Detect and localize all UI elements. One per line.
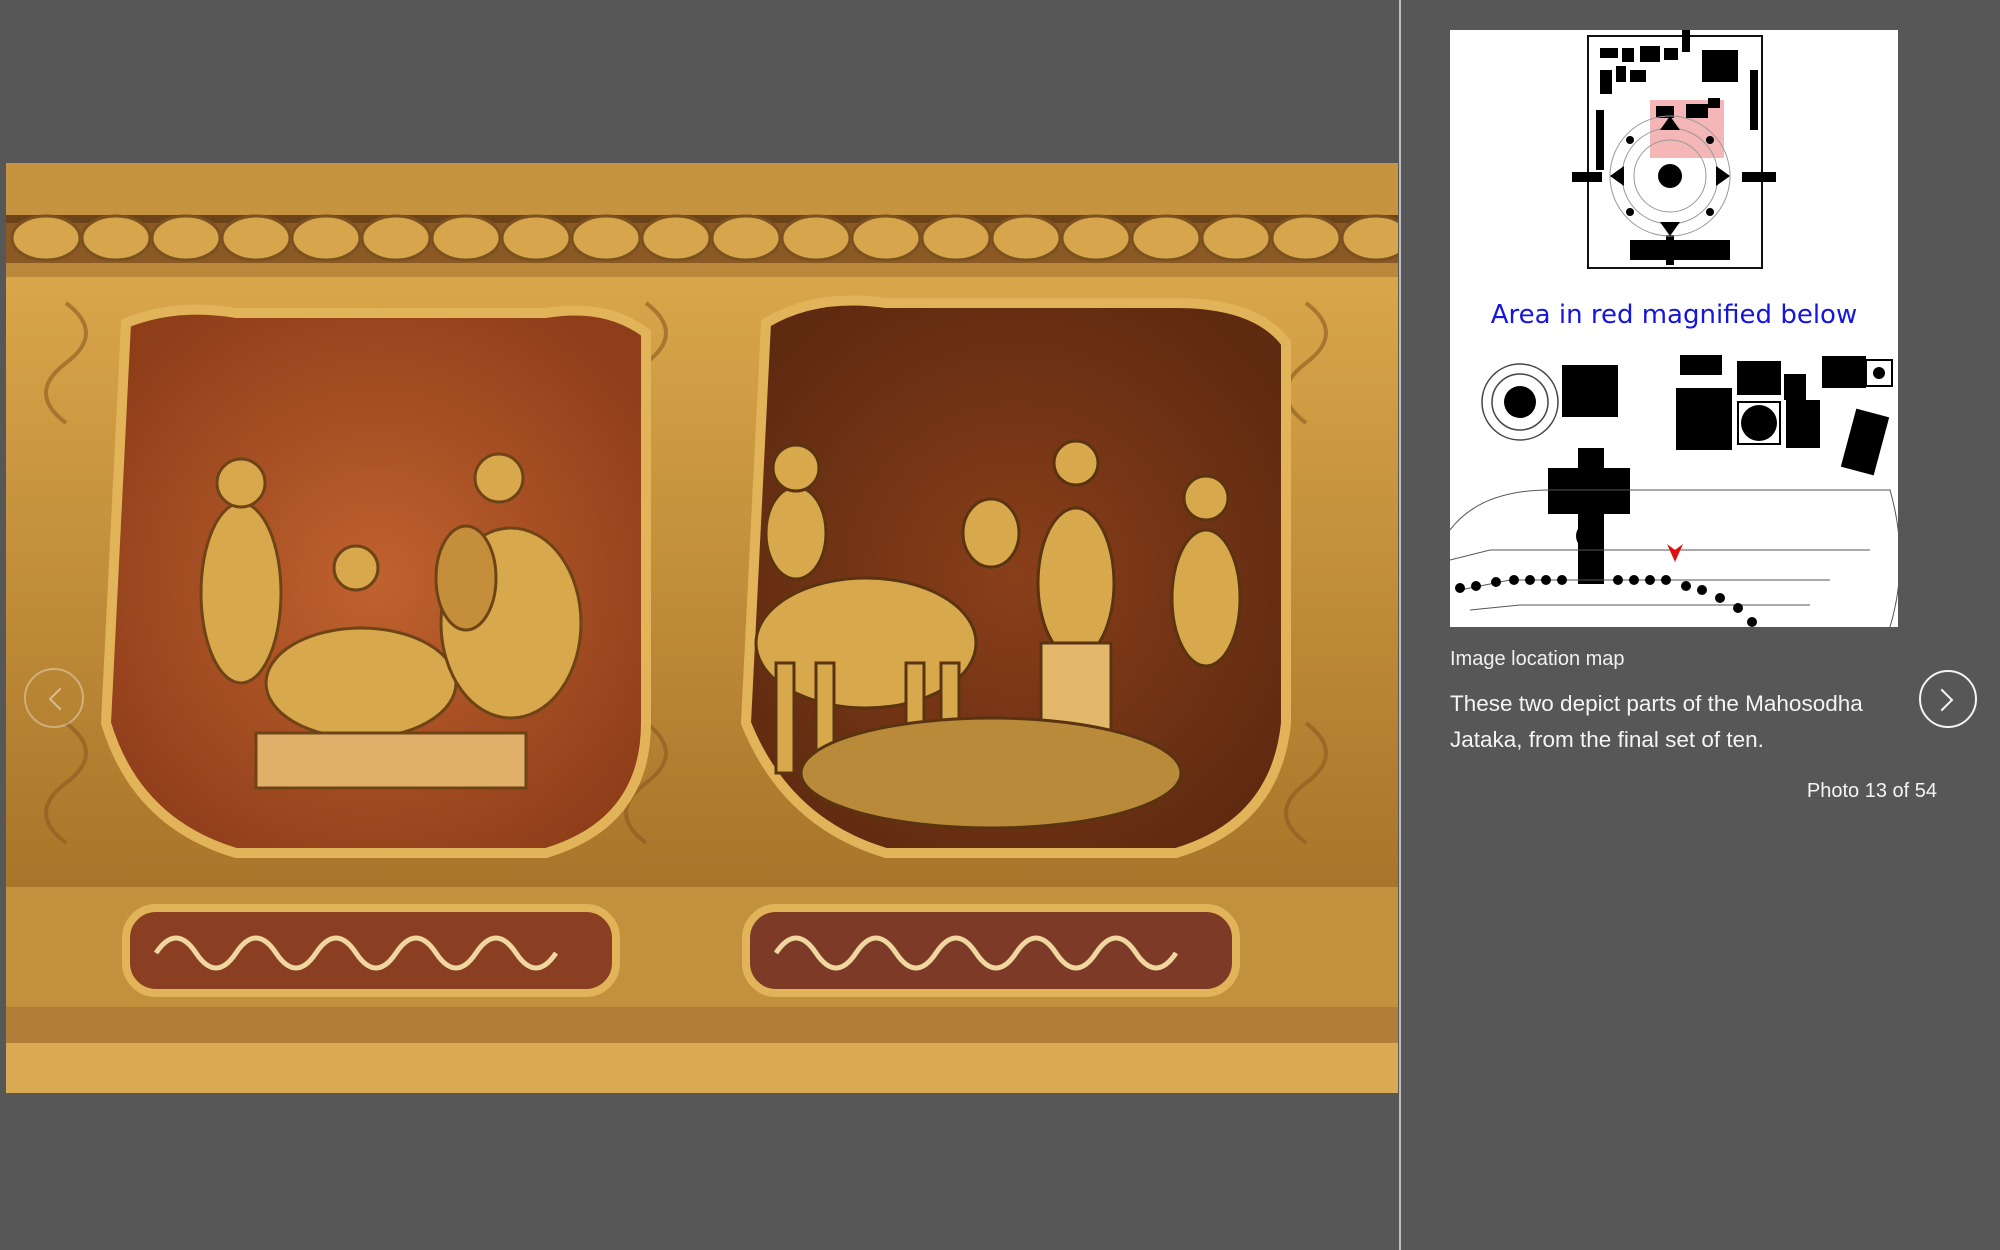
location-map: Area in red magnified below <box>1449 30 1901 628</box>
map-label: Image location map <box>1450 648 1625 670</box>
info-panel: Area in red magnified below Image locati… <box>1401 0 2000 1250</box>
photo-viewer: Area in red magnified below Image locati… <box>0 0 2000 1250</box>
photo-description: These two depict parts of the Mahosodha … <box>1450 691 1863 752</box>
previous-photo-button[interactable] <box>24 668 84 728</box>
photo-counter: Photo 13 of 54 <box>1806 780 1937 802</box>
chevron-right-icon <box>1930 688 1954 712</box>
next-photo-button[interactable] <box>1919 670 1977 728</box>
map-caption: Area in red magnified below <box>1490 300 1858 330</box>
photo-pane <box>0 0 1398 1250</box>
main-photo <box>6 163 1398 1093</box>
